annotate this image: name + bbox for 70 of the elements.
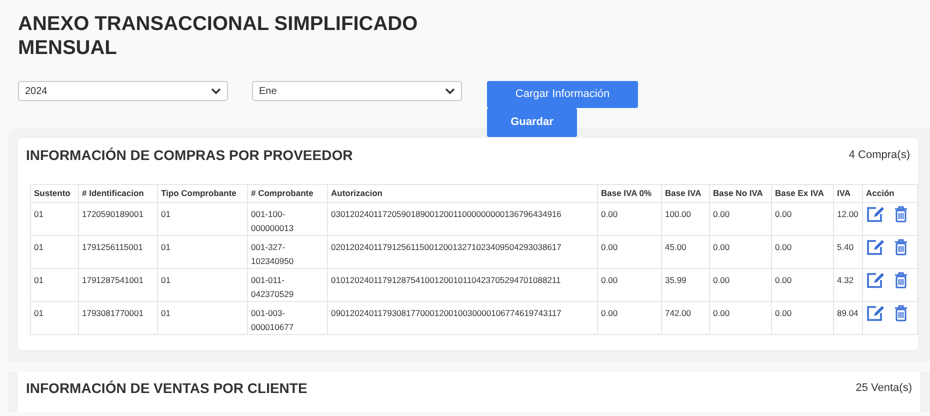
table-cell: 0.00 — [775, 275, 792, 285]
table-cell: 0.00 — [601, 275, 618, 285]
table-cell: 01 — [161, 242, 170, 252]
load-button[interactable]: Cargar Información — [487, 81, 638, 108]
table-cell: 0901202401179308177000120010030000106774619743117 — [331, 308, 562, 318]
section-heading: INFORMACIÓN DE VENTAS POR CLIENTE — [26, 379, 308, 398]
table-cell: 0.00 — [713, 308, 730, 318]
table-cell: 0.00 — [775, 308, 792, 318]
table-cell: 01 — [161, 308, 170, 318]
table-cell-text: 001-011-042370529 — [251, 274, 295, 301]
table-cell: 1720590189001 — [82, 209, 144, 219]
dropdown[interactable]: 2024 — [18, 81, 228, 101]
table-cell: 0.00 — [775, 209, 792, 219]
table-cell: 45.00 — [665, 242, 686, 252]
table-cell: 01 — [34, 242, 44, 252]
table-cell: 1791256115001 — [82, 242, 143, 252]
table-cell: 0.00 — [775, 242, 792, 252]
column-header: Acción — [862, 184, 918, 202]
edit-icon[interactable] — [866, 305, 885, 322]
table-cell-text: 001-327-102340950 — [251, 241, 295, 268]
column-header: Autorizacion — [328, 184, 598, 202]
table-cell: 0.00 — [713, 275, 730, 285]
chevron-icon — [211, 88, 221, 94]
trash-icon[interactable] — [894, 272, 908, 289]
edit-icon[interactable] — [866, 272, 885, 289]
table-cell: 5.40 — [837, 242, 854, 252]
column-header: # Identificacion — [78, 184, 158, 202]
trash-icon[interactable] — [894, 239, 908, 256]
table-cell: 0201202401179125611500120013271023409504293038617 — [331, 242, 562, 252]
table-cell: 01 — [161, 209, 170, 219]
column-header: Tipo Comprobante — [158, 184, 248, 202]
table-cell: 4.32 — [837, 275, 854, 285]
table-cell: 01 — [34, 275, 44, 285]
table-cell: 89.04 — [837, 308, 858, 318]
table-cell-text: 001-003-000010677 — [251, 307, 295, 334]
edit-icon[interactable] — [866, 206, 885, 223]
table-cell: 0.00 — [713, 242, 730, 252]
trash-icon[interactable] — [894, 206, 908, 223]
purchase-count: 4 Compra(s) — [848, 148, 910, 163]
column-header: # Comprobante — [248, 184, 328, 202]
chevron-icon — [445, 88, 455, 94]
column-header: Base Ex IVA — [772, 184, 834, 202]
dropdown[interactable]: Ene — [252, 81, 462, 101]
column-header: Base IVA — [662, 184, 710, 202]
table-cell: 01 — [34, 209, 44, 219]
table-cell: 1791287541001 — [82, 275, 144, 285]
table-cell: 1793081770001 — [82, 308, 144, 318]
table-cell: 0.00 — [601, 242, 618, 252]
column-header: Base IVA 0% — [598, 184, 662, 202]
page-title: ANEXO TRANSACCIONAL SIMPLIFICADO MENSUAL — [18, 12, 418, 60]
table-cell: 100.00 — [665, 209, 691, 219]
trash-icon[interactable] — [894, 305, 908, 322]
table-cell: 742.00 — [665, 308, 691, 318]
table-cell: 35.99 — [665, 275, 686, 285]
edit-icon[interactable] — [866, 239, 885, 256]
column-header: Base No IVA — [710, 184, 772, 202]
table-cell: 12.00 — [837, 209, 858, 219]
table-cell: 0.00 — [713, 209, 730, 219]
section-heading: INFORMACIÓN DE COMPRAS POR PROVEEDOR — [26, 146, 353, 164]
column-header: IVA — [834, 184, 862, 202]
column-header: Sustento — [30, 184, 78, 202]
save-button[interactable]: Guardar — [487, 108, 577, 137]
table-cell: 0.00 — [601, 209, 618, 219]
table-cell-text: 001-100-000000013 — [251, 208, 295, 235]
table-cell: 0101202401179128754100120010110423705294701088211 — [331, 275, 561, 285]
table-cell: 0301202401172059018900120011000000000136796434916 — [331, 209, 562, 219]
table-cell: 0.00 — [601, 308, 618, 318]
table-cell: 01 — [34, 308, 44, 318]
sales-count: 25 Venta(s) — [856, 381, 912, 396]
table-cell: 01 — [161, 275, 170, 285]
